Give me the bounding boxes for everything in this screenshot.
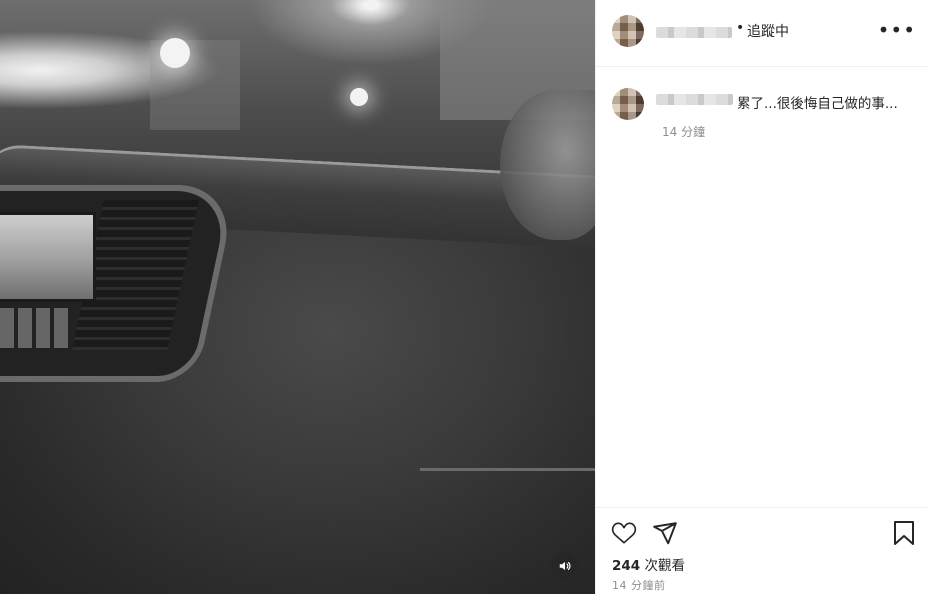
- caption-timestamp[interactable]: 14 分鐘: [662, 123, 705, 140]
- view-count[interactable]: 244 次觀看: [612, 554, 685, 574]
- video-frame-light: [350, 88, 368, 106]
- video-frame-screen: [0, 212, 96, 302]
- post-sidebar: • 追蹤中 ••• 累了...很後悔自己做的事... 14 分鐘 244 次觀看…: [595, 0, 927, 594]
- heart-icon: [611, 522, 637, 544]
- video-frame-light: [160, 38, 190, 68]
- ellipsis-icon: •••: [877, 18, 916, 42]
- author-username[interactable]: [656, 27, 732, 38]
- audio-toggle-button[interactable]: [551, 552, 579, 580]
- speaker-icon: [559, 561, 571, 571]
- paper-plane-icon: [653, 522, 677, 545]
- caption-author-avatar[interactable]: [612, 88, 644, 120]
- share-button[interactable]: [652, 520, 678, 550]
- video-frame-buttons: [0, 308, 70, 348]
- post-header: • 追蹤中 •••: [596, 0, 927, 67]
- video-frame-light: [365, 0, 379, 10]
- follow-separator: •: [736, 20, 745, 36]
- video-player[interactable]: [0, 0, 595, 594]
- post-timestamp[interactable]: 14 分鐘前: [612, 577, 666, 593]
- video-frame-trim: [420, 468, 595, 471]
- action-bar: 244 次觀看 14 分鐘前: [596, 507, 927, 594]
- like-button[interactable]: [611, 520, 637, 550]
- save-button[interactable]: [892, 520, 916, 550]
- view-count-number: 244: [612, 558, 641, 574]
- view-count-label: 次觀看: [644, 558, 685, 574]
- caption-author-username[interactable]: [656, 94, 733, 105]
- author-avatar[interactable]: [612, 15, 644, 47]
- more-options-button[interactable]: •••: [878, 20, 916, 40]
- caption-text: 累了...很後悔自己做的事...: [737, 96, 898, 112]
- bookmark-icon: [894, 521, 914, 545]
- following-button[interactable]: 追蹤中: [747, 21, 789, 41]
- post-modal: • 追蹤中 ••• 累了...很後悔自己做的事... 14 分鐘 244 次觀看…: [0, 0, 927, 594]
